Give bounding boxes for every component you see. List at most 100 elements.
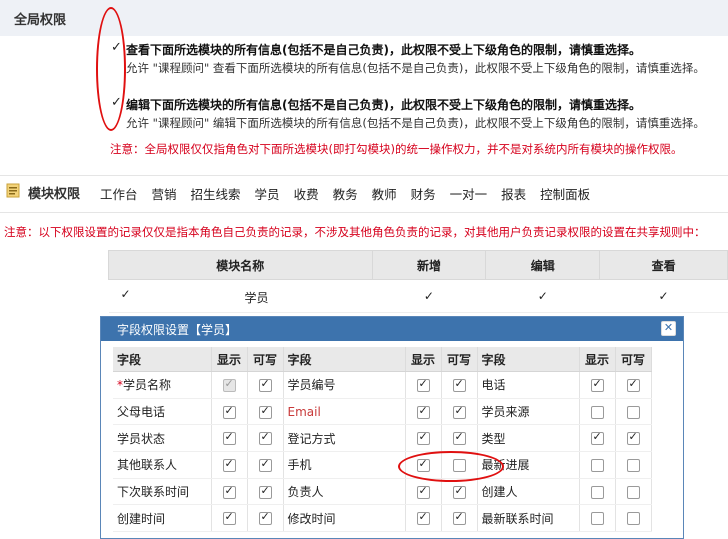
write-checkbox-cell bbox=[441, 371, 478, 399]
header-field: 字段 bbox=[113, 347, 212, 372]
write-checkbox[interactable] bbox=[452, 430, 466, 446]
field-name: 类型 bbox=[481, 431, 506, 446]
write-checkbox-cell bbox=[615, 478, 652, 506]
show-checkbox[interactable] bbox=[222, 404, 236, 419]
tab-teachers[interactable]: 教师 bbox=[372, 187, 397, 202]
show-checkbox-cell bbox=[579, 424, 616, 453]
annotation-ellipse-phone-field bbox=[398, 451, 504, 482]
show-checkbox-cell bbox=[211, 398, 248, 426]
header-field: 字段 bbox=[283, 347, 406, 372]
tab-workbench[interactable]: 工作台 bbox=[100, 187, 138, 202]
field-name: 学员来源 bbox=[481, 405, 530, 420]
show-checkbox[interactable] bbox=[222, 457, 236, 472]
table-row: ✓ 学员 ✓ ✓ ✓ bbox=[108, 279, 728, 313]
write-checkbox[interactable] bbox=[258, 377, 272, 392]
tab-students[interactable]: 学员 bbox=[255, 187, 280, 202]
show-checkbox[interactable] bbox=[590, 430, 604, 446]
write-checkbox[interactable] bbox=[258, 484, 272, 499]
dialog-header: 字段权限设置【学员】 ✕ bbox=[101, 317, 683, 341]
write-checkbox-cell bbox=[615, 504, 652, 533]
tab-marketing[interactable]: 营销 bbox=[152, 187, 177, 202]
write-checkbox-cell bbox=[247, 424, 284, 453]
show-checkbox[interactable] bbox=[416, 484, 430, 499]
table-row: *学员名称 学员编号 电话 bbox=[113, 371, 652, 399]
field-name: 父母电话 bbox=[117, 405, 166, 420]
write-checkbox-cell bbox=[615, 424, 652, 453]
dialog-title: 字段权限设置【学员】 bbox=[117, 323, 238, 337]
show-checkbox-cell bbox=[211, 371, 248, 399]
field-name-cell: 其他联系人 bbox=[113, 451, 212, 479]
header-write: 可写 bbox=[615, 347, 652, 372]
show-checkbox-cell bbox=[405, 478, 442, 506]
add-permission-check[interactable]: ✓ bbox=[372, 279, 486, 313]
write-checkbox[interactable] bbox=[258, 404, 272, 419]
write-checkbox-cell bbox=[441, 504, 478, 533]
tab-control-panel[interactable]: 控制面板 bbox=[540, 187, 590, 202]
show-checkbox-cell bbox=[211, 504, 248, 533]
column-header-view: 查看 bbox=[599, 250, 728, 280]
write-checkbox[interactable] bbox=[258, 430, 272, 446]
field-permissions-dialog: 字段权限设置【学员】 ✕ 字段 显示 可写 字段 显示 可写 字段 显示 可写 … bbox=[100, 316, 684, 539]
edit-permission-check[interactable]: ✓ bbox=[485, 279, 600, 313]
header-field: 字段 bbox=[477, 347, 580, 372]
show-checkbox-cell bbox=[211, 451, 248, 479]
show-checkbox[interactable] bbox=[590, 405, 604, 419]
show-checkbox[interactable] bbox=[416, 404, 430, 419]
write-checkbox[interactable] bbox=[626, 430, 640, 446]
header-show: 显示 bbox=[211, 347, 248, 372]
show-checkbox[interactable] bbox=[590, 377, 604, 392]
show-checkbox-cell bbox=[405, 371, 442, 399]
field-name: 学员名称 bbox=[123, 378, 172, 393]
field-name-cell: 下次联系时间 bbox=[113, 478, 212, 506]
field-name: 最新联系时间 bbox=[481, 511, 554, 526]
header-show: 显示 bbox=[579, 347, 616, 372]
close-icon[interactable]: ✕ bbox=[661, 321, 676, 336]
show-checkbox-cell bbox=[579, 371, 616, 399]
show-checkbox[interactable] bbox=[590, 512, 604, 526]
write-checkbox-cell bbox=[441, 424, 478, 453]
table-row: 学员状态 登记方式 类型 bbox=[113, 424, 652, 453]
show-checkbox[interactable] bbox=[416, 510, 430, 526]
write-checkbox[interactable] bbox=[626, 405, 640, 419]
module-row-checkmark[interactable]: ✓ bbox=[121, 287, 131, 301]
field-name-cell: 创建人 bbox=[477, 478, 580, 506]
write-checkbox[interactable] bbox=[258, 510, 272, 526]
show-checkbox[interactable] bbox=[222, 510, 236, 526]
write-checkbox[interactable] bbox=[452, 404, 466, 419]
tab-finance[interactable]: 财务 bbox=[411, 187, 436, 202]
write-checkbox[interactable] bbox=[452, 377, 466, 392]
show-checkbox[interactable] bbox=[416, 377, 430, 392]
field-name-cell: 父母电话 bbox=[113, 398, 212, 426]
column-header-edit: 编辑 bbox=[485, 250, 601, 280]
write-checkbox-cell bbox=[247, 371, 284, 399]
show-checkbox[interactable] bbox=[222, 484, 236, 499]
write-checkbox-cell bbox=[247, 451, 284, 479]
module-permissions-note: 注意：以下权限设置的记录仅仅是指本角色自己负责的记录，不涉及其他角色负责的记录，… bbox=[4, 225, 706, 239]
field-name-cell: *学员名称 bbox=[113, 371, 212, 399]
tab-academic[interactable]: 教务 bbox=[333, 187, 358, 202]
tab-leads[interactable]: 招生线索 bbox=[191, 187, 241, 202]
write-checkbox[interactable] bbox=[626, 485, 640, 499]
tab-one-on-one[interactable]: 一对一 bbox=[450, 187, 488, 202]
show-checkbox[interactable] bbox=[222, 430, 236, 446]
column-header-module-name: 模块名称 bbox=[108, 250, 373, 280]
view-permission-check[interactable]: ✓ bbox=[599, 279, 728, 313]
write-checkbox[interactable] bbox=[258, 457, 272, 472]
tab-reports[interactable]: 报表 bbox=[501, 187, 526, 202]
show-checkbox[interactable] bbox=[590, 458, 604, 472]
write-checkbox[interactable] bbox=[626, 377, 640, 392]
table-row: 下次联系时间 负责人 创建人 bbox=[113, 478, 652, 506]
show-checkbox[interactable] bbox=[590, 485, 604, 499]
write-checkbox[interactable] bbox=[626, 458, 640, 472]
header-write: 可写 bbox=[247, 347, 284, 372]
write-checkbox[interactable] bbox=[452, 510, 466, 526]
write-checkbox-cell bbox=[615, 371, 652, 399]
field-name-cell: 最新联系时间 bbox=[477, 504, 580, 533]
write-checkbox[interactable] bbox=[626, 512, 640, 526]
column-header-add: 新增 bbox=[371, 250, 487, 280]
tab-fees[interactable]: 收费 bbox=[294, 187, 319, 202]
write-checkbox-cell bbox=[247, 398, 284, 426]
show-checkbox-cell bbox=[405, 504, 442, 533]
show-checkbox[interactable] bbox=[416, 430, 430, 446]
write-checkbox[interactable] bbox=[452, 484, 466, 499]
